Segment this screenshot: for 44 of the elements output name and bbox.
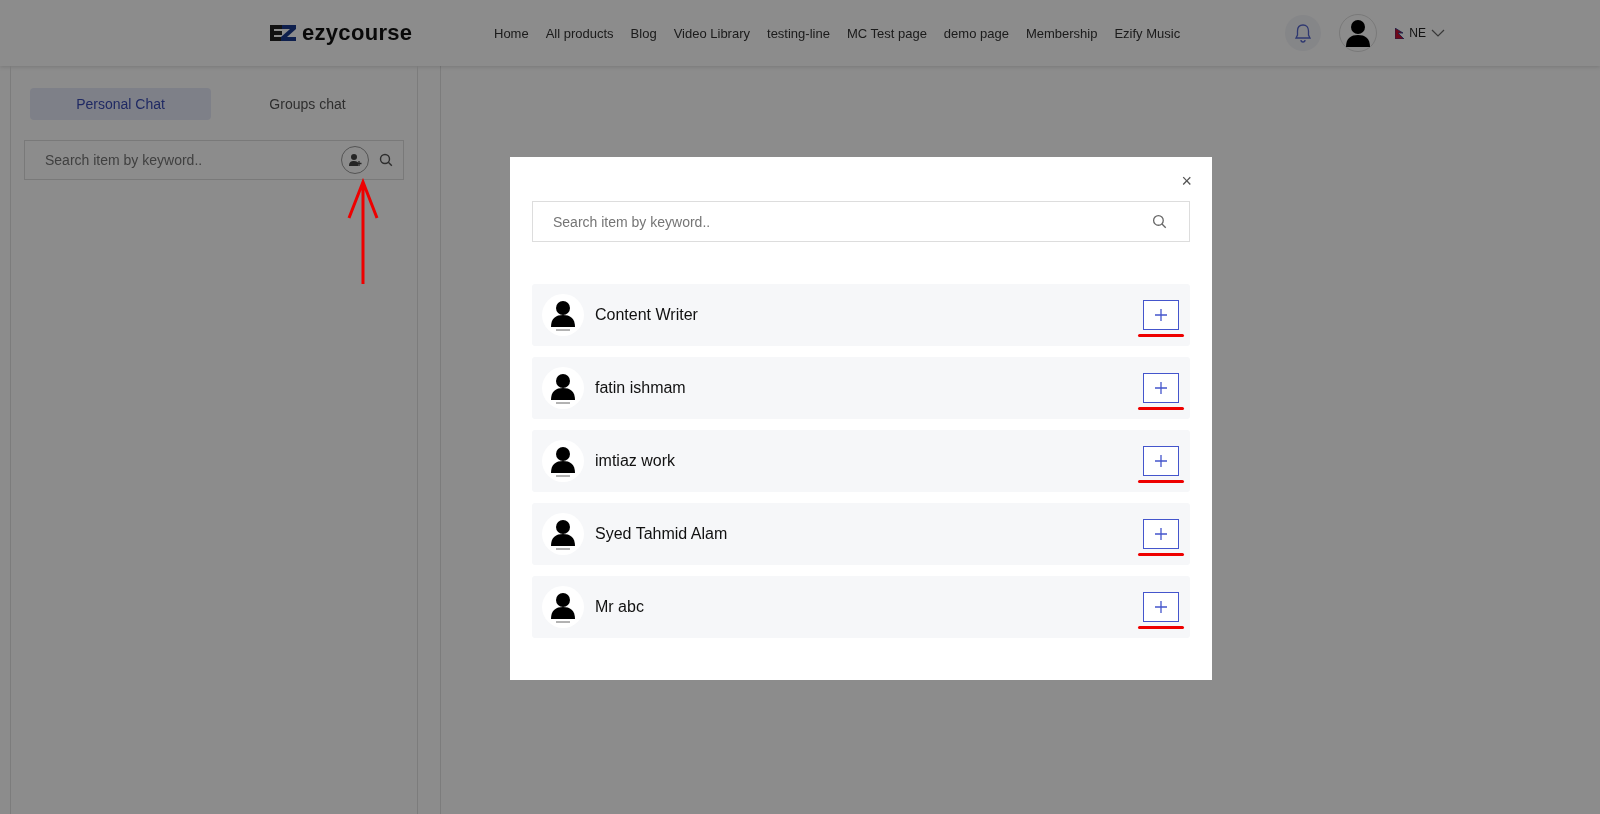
user-avatar-icon bbox=[542, 513, 584, 555]
nav-link[interactable]: Membership bbox=[1025, 25, 1098, 41]
logo-text: ezycourse bbox=[302, 20, 413, 46]
flag-icon bbox=[1395, 27, 1405, 39]
user-avatar-icon bbox=[542, 586, 584, 628]
plus-icon bbox=[1154, 527, 1168, 541]
user-avatar-icon bbox=[542, 440, 584, 482]
user-name: imtiaz work bbox=[595, 452, 675, 470]
add-button[interactable] bbox=[1143, 592, 1179, 622]
nav-link[interactable]: demo page bbox=[943, 25, 1009, 41]
search-field[interactable]: Search item by keyword.. bbox=[24, 140, 404, 180]
user-avatar-icon bbox=[542, 294, 584, 336]
nav-link[interactable]: Video Library bbox=[673, 25, 750, 41]
language-selector[interactable]: NE bbox=[1395, 26, 1445, 40]
logo[interactable]: ezycourse bbox=[268, 20, 468, 46]
nav-link[interactable]: All products bbox=[545, 25, 614, 41]
search-icon[interactable] bbox=[379, 153, 393, 167]
plus-icon bbox=[1154, 381, 1168, 395]
nav-link[interactable]: Ezify Music bbox=[1114, 25, 1181, 41]
user-name: Syed Tahmid Alam bbox=[595, 525, 728, 543]
nav-link[interactable]: Blog bbox=[630, 25, 657, 41]
plus-icon bbox=[1154, 600, 1168, 614]
add-button[interactable] bbox=[1143, 300, 1179, 330]
add-button[interactable] bbox=[1143, 373, 1179, 403]
notification-bell-icon[interactable] bbox=[1285, 15, 1322, 51]
plus-icon bbox=[1154, 308, 1168, 322]
plus-icon bbox=[1154, 454, 1168, 468]
user-name: fatin ishmam bbox=[595, 379, 686, 397]
user-name: Content Writer bbox=[595, 306, 698, 324]
user-avatar-icon[interactable] bbox=[1339, 14, 1378, 52]
user-avatar-icon bbox=[542, 367, 584, 409]
nav-link[interactable]: Home bbox=[494, 25, 529, 41]
search-icon[interactable] bbox=[1152, 214, 1167, 229]
chevron-down-icon bbox=[1431, 29, 1445, 37]
chat-tab[interactable]: Personal Chat bbox=[30, 88, 211, 120]
search-field[interactable]: Search item by keyword.. bbox=[532, 201, 1190, 242]
close-button[interactable]: × bbox=[1177, 172, 1196, 190]
add-button[interactable] bbox=[1143, 519, 1179, 549]
chat-tab[interactable]: Groups chat bbox=[217, 88, 398, 120]
add-button[interactable] bbox=[1143, 446, 1179, 476]
user-name: Mr abc bbox=[595, 598, 644, 616]
nav-link[interactable]: testing-line bbox=[767, 25, 830, 41]
nav-link[interactable]: MC Test page bbox=[846, 25, 927, 41]
logo-mark-icon bbox=[268, 22, 298, 44]
